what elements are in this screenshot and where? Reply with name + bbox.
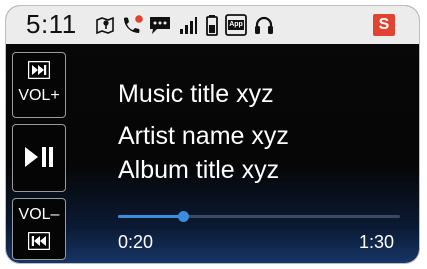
signal-bars-icon [178, 14, 198, 36]
music-title: Music title xyz [118, 80, 274, 108]
album-title: Album title xyz [118, 156, 280, 184]
headphones-icon [253, 14, 275, 36]
status-time: 5:11 [26, 9, 77, 39]
play-pause-button[interactable] [12, 124, 66, 192]
battery-icon [205, 14, 219, 36]
music-player-screen: 5:11 App S VOL+ VOL– Music title xyz Art… [6, 6, 419, 263]
vol-up-skip-forward-button[interactable]: VOL+ [12, 52, 66, 118]
elapsed-time: 0:20 [118, 232, 154, 252]
artist-name: Artist name xyz [118, 122, 289, 150]
total-time: 1:30 [359, 232, 395, 252]
vol-down-skip-back-button[interactable]: VOL– [12, 198, 66, 260]
location-pin-icon [94, 14, 116, 36]
skip-back-icon [27, 231, 51, 255]
missed-call-icon [120, 14, 144, 36]
app-icon-label: App [229, 21, 243, 28]
progress-knob[interactable] [177, 211, 189, 222]
skip-forward-icon [27, 60, 51, 84]
status-bar: 5:11 App S [6, 6, 419, 44]
progress-bar[interactable] [118, 211, 400, 222]
app-icon: App [225, 14, 247, 36]
vol-up-label: VOL+ [18, 87, 60, 104]
progress-fill [118, 215, 183, 218]
message-icon [148, 14, 172, 36]
vol-down-label: VOL– [18, 206, 60, 223]
s-badge: S [373, 14, 395, 36]
play-pause-icon [23, 145, 55, 174]
